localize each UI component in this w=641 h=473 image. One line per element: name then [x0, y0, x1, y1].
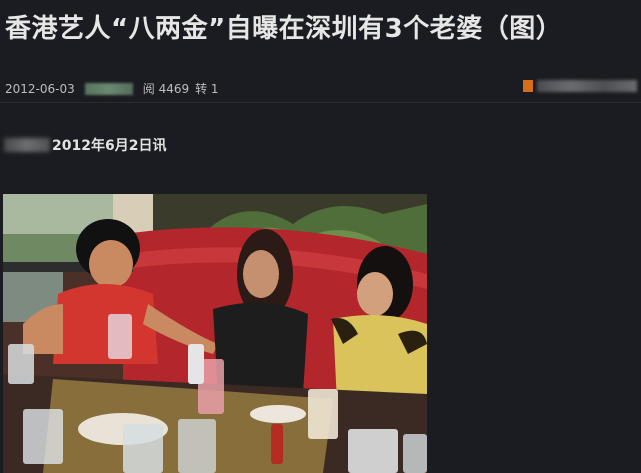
author-name-blurred[interactable] — [84, 82, 133, 95]
source-info — [523, 80, 637, 92]
dateline-text: 2012年6月2日讯 — [52, 138, 167, 154]
article-dateline: 2012年6月2日讯 — [4, 135, 166, 155]
news-photo-image — [3, 194, 427, 473]
read-count: 阅 4469 — [142, 82, 190, 96]
header-divider — [0, 102, 641, 103]
article-photo[interactable] — [3, 194, 427, 473]
article-title: 香港艺人“八两金”自曝在深圳有3个老婆（图） — [5, 14, 563, 44]
publish-date: 2012-06-03 — [5, 81, 75, 96]
source-name-blurred[interactable] — [537, 80, 637, 92]
repost-count: 转 1 — [195, 82, 219, 96]
source-badge-icon — [523, 80, 533, 92]
source-prefix-blurred — [4, 138, 50, 152]
article-meta: 2012-06-03 阅 4469 转 1 — [5, 80, 219, 97]
